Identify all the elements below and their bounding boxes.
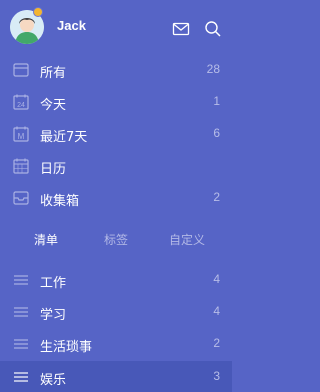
smart-list-count: 2: [213, 190, 220, 204]
list-lines-icon: [14, 275, 28, 285]
smart-list-count: 28: [206, 62, 220, 76]
smart-list-today[interactable]: 24 今天 1: [0, 86, 232, 118]
list-item-count: 3: [213, 369, 220, 383]
list-lines-icon: [14, 307, 28, 317]
tray-icon: [13, 191, 29, 205]
list-item-label: 学习: [40, 308, 67, 323]
search-icon[interactable]: [204, 20, 222, 38]
list-item-work[interactable]: 工作 4: [0, 264, 232, 296]
tab-tags[interactable]: 标签: [104, 231, 128, 248]
smart-list-label: 最近7天: [40, 130, 88, 145]
list-item-chores[interactable]: 生活琐事 2: [0, 328, 232, 360]
mail-icon[interactable]: [172, 20, 190, 38]
username: Jack: [57, 18, 86, 33]
smart-list-label: 日历: [40, 162, 67, 177]
smart-list-calendar[interactable]: 日历: [0, 150, 232, 182]
list-item-label: 娱乐: [40, 373, 67, 388]
tab-lists[interactable]: 清单: [34, 231, 58, 248]
list-item-label: 工作: [40, 276, 67, 291]
list-item-count: 2: [213, 336, 220, 350]
list-lines-icon: [14, 372, 28, 382]
list-item-study[interactable]: 学习 4: [0, 296, 232, 328]
smart-list-label: 所有: [40, 66, 67, 81]
smart-list-next7[interactable]: M 最近7天 6: [0, 118, 232, 150]
list-item-label: 生活琐事: [40, 340, 93, 355]
sidebar-header: Jack: [0, 0, 232, 56]
list-item-entertainment[interactable]: 娱乐 3: [0, 361, 232, 392]
list-item-count: 4: [213, 304, 220, 318]
smart-list-label: 今天: [40, 98, 67, 113]
avatar-badge: [33, 7, 43, 17]
calendar-icon: [13, 158, 29, 174]
tab-custom[interactable]: 自定义: [169, 231, 205, 248]
calendar-24-icon: 24: [13, 94, 29, 110]
calendar-week-icon: M: [13, 126, 29, 142]
inbox-icon: [13, 63, 29, 77]
smart-list-count: 6: [213, 126, 220, 140]
smart-list-all[interactable]: 所有 28: [0, 54, 232, 86]
svg-text:M: M: [18, 132, 25, 141]
svg-text:24: 24: [17, 102, 25, 109]
list-tabs: 清单 标签 自定义: [0, 222, 232, 256]
smart-list-inbox[interactable]: 收集箱 2: [0, 182, 232, 214]
list-lines-icon: [14, 339, 28, 349]
smart-list-count: 1: [213, 94, 220, 108]
list-item-count: 4: [213, 272, 220, 286]
smart-list-label: 收集箱: [40, 194, 80, 209]
